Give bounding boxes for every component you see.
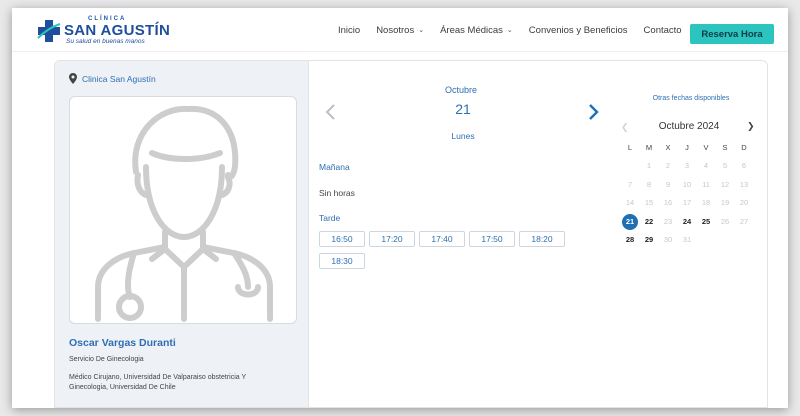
calendar-day: 20 (739, 198, 749, 207)
calendar-day: 26 (720, 216, 730, 226)
medical-cross-icon (37, 20, 61, 42)
calendar-day[interactable]: 25 (697, 215, 715, 229)
location-label: Clinica San Agustín (82, 73, 156, 84)
main-nav: Inicio Nosotros ⌄ Áreas Médicas ⌄ Convenio… (338, 8, 698, 52)
doctor-specialty: Servicio De Ginecologia (69, 356, 144, 363)
mini-calendar: Otras fechas disponibles ❮ Octubre 2024 … (609, 61, 767, 407)
calendar-day: 8 (646, 179, 652, 189)
nav-label: Áreas Médicas (440, 24, 503, 36)
calendar-day: 19 (720, 198, 730, 207)
calendar-day: 1 (646, 161, 652, 170)
calendar-day: 27 (739, 216, 749, 226)
calendar-day: 13 (739, 179, 749, 189)
nav-item-contacto[interactable]: Contacto (644, 25, 682, 36)
chevron-left-icon[interactable] (323, 103, 339, 121)
doctor-avatar (69, 96, 297, 324)
nav-label: Nosotros (376, 24, 415, 36)
nav-item-inicio[interactable]: Inicio (338, 25, 360, 36)
chevron-down-icon: ⌄ (506, 27, 513, 34)
time-slot[interactable]: 18:20 (519, 231, 565, 247)
chevron-right-icon[interactable] (585, 103, 601, 121)
chevron-left-icon[interactable]: ❮ (621, 122, 629, 133)
reserva-hora-button[interactable]: Reserva Hora (690, 24, 774, 44)
weekday-header: V (703, 143, 709, 152)
selected-day-number: 21 (455, 101, 471, 117)
afternoon-label: Tarde (319, 213, 341, 223)
logo-tagline: Su salud en buenas manos (66, 38, 145, 45)
location-row: Clinica San Agustín (69, 73, 156, 84)
calendar-day: 17 (682, 198, 692, 207)
calendar-day: 2 (665, 161, 671, 170)
calendar-day: 3 (684, 161, 690, 170)
time-slot[interactable]: 17:50 (469, 231, 515, 247)
morning-label: Mañana (319, 162, 350, 172)
calendar-day[interactable]: 22 (640, 215, 658, 229)
weekday-header: M (645, 143, 653, 152)
nav-label: Contacto (643, 24, 682, 36)
calendar-day[interactable]: 28 (621, 233, 639, 247)
calendar-day: 5 (722, 161, 728, 170)
doctor-booking-card: Clinica San Agustín Oscar Vargas Duranti… (54, 60, 768, 408)
site-header: CLÍNICA SAN AGUSTÍN Su salud en buenas m… (12, 8, 788, 52)
browser-page: CLÍNICA SAN AGUSTÍN Su salud en buenas m… (12, 8, 788, 408)
weekday-header: S (722, 143, 728, 152)
doctor-education: Médico Cirujano, Universidad De Valparai… (69, 374, 247, 391)
nav-item-nosotros[interactable]: Nosotros ⌄ (376, 25, 424, 36)
weekday-header: X (665, 143, 671, 152)
calendar-day: 6 (741, 161, 747, 170)
calendar-day: 7 (627, 179, 633, 189)
calendar-day: 14 (625, 198, 635, 207)
day-schedule: Octubre 21 Lunes Mañana Sin horas Tarde … (309, 61, 609, 407)
calendar-month-title: Octubre 2024 (658, 121, 720, 132)
nav-item-areas-medicas[interactable]: Áreas Médicas ⌄ (440, 25, 513, 36)
calendar-day: 31 (682, 235, 692, 244)
calendar-day: 10 (682, 179, 692, 189)
weekday-header: L (627, 143, 633, 152)
time-slot[interactable]: 16:50 (319, 231, 365, 247)
time-slot[interactable]: 17:40 (419, 231, 465, 247)
calendar-day: 15 (644, 198, 654, 207)
weekday-header: J (685, 143, 689, 152)
chevron-right-icon[interactable]: ❯ (747, 121, 755, 132)
other-dates-label: Otras fechas disponibles (652, 95, 730, 102)
calendar-day: 23 (663, 216, 673, 226)
selected-month: Octubre (444, 85, 477, 95)
weekday-header: D (741, 143, 747, 152)
doctor-profile-panel: Clinica San Agustín Oscar Vargas Duranti… (55, 61, 309, 407)
calendar-day: 18 (701, 198, 711, 207)
logo-name: SAN AGUSTÍN (64, 22, 171, 39)
calendar-day: 9 (665, 179, 671, 189)
chevron-down-icon: ⌄ (418, 27, 425, 34)
selected-weekday: Lunes (451, 131, 475, 141)
calendar-day: 30 (663, 235, 673, 244)
calendar-day: 16 (663, 198, 673, 207)
clinic-logo[interactable]: CLÍNICA SAN AGUSTÍN Su salud en buenas m… (36, 14, 186, 48)
nav-label: Inicio (338, 24, 361, 36)
doctor-placeholder-icon (95, 105, 273, 322)
doctor-name: Oscar Vargas Duranti (69, 337, 176, 349)
calendar-day: 12 (720, 179, 730, 189)
calendar-day[interactable]: 21 (622, 213, 638, 230)
morning-no-slots: Sin horas (319, 188, 355, 198)
calendar-day[interactable]: 24 (678, 215, 696, 229)
calendar-day: 11 (702, 179, 710, 189)
calendar-day: 4 (703, 161, 709, 170)
nav-item-convenios[interactable]: Convenios y Beneficios (529, 25, 628, 36)
time-slot[interactable]: 18:30 (319, 253, 365, 269)
calendar-day[interactable]: 29 (640, 233, 658, 247)
nav-label: Convenios y Beneficios (528, 24, 628, 36)
time-slot[interactable]: 17:20 (369, 231, 415, 247)
location-pin-icon (69, 73, 77, 84)
